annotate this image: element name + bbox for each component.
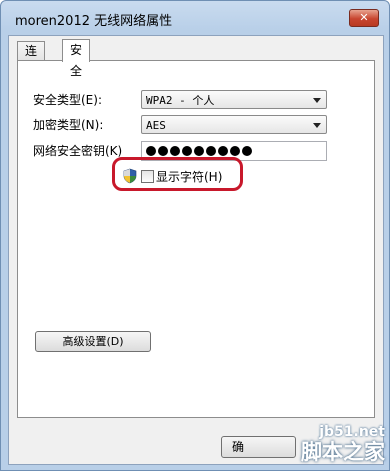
- tab-connection[interactable]: 连接: [17, 41, 46, 77]
- password-dot: [206, 146, 216, 156]
- security-type-label: 安全类型(E):: [33, 93, 102, 107]
- password-mask: [146, 146, 252, 156]
- encryption-type-select[interactable]: AES: [141, 115, 327, 134]
- watermark-text: 脚本之家: [301, 440, 385, 464]
- advanced-settings-button[interactable]: 高级设置(D): [35, 331, 151, 352]
- password-dot: [242, 146, 252, 156]
- dialog-window: moren2012 无线网络属性 ✕ 连接 安全 安全类型(E): WPA2 -…: [0, 0, 390, 471]
- window-title: moren2012 无线网络属性: [15, 14, 173, 29]
- password-dot: [182, 146, 192, 156]
- password-dot: [194, 146, 204, 156]
- network-key-label: 网络安全密钥(K): [33, 144, 123, 158]
- security-panel: 安全类型(E): WPA2 - 个人 加密类型(N): AES 网络安全密钥(K…: [17, 60, 375, 418]
- security-type-select[interactable]: WPA2 - 个人: [141, 90, 327, 109]
- password-dot: [230, 146, 240, 156]
- title-bar[interactable]: moren2012 无线网络属性 ✕: [1, 1, 389, 33]
- password-dot: [218, 146, 228, 156]
- encryption-type-label: 加密类型(N):: [33, 118, 104, 132]
- password-dot: [158, 146, 168, 156]
- tab-security[interactable]: 安全: [62, 39, 91, 78]
- highlight-annotation: [112, 157, 243, 191]
- security-type-value: WPA2 - 个人: [146, 94, 215, 107]
- watermark: jb51.net 脚本之家: [259, 410, 389, 470]
- close-button[interactable]: ✕: [349, 9, 379, 27]
- dialog-body: 连接 安全 安全类型(E): WPA2 - 个人 加密类型(N): AES 网络…: [8, 35, 384, 465]
- password-dot: [146, 146, 156, 156]
- encryption-type-value: AES: [146, 119, 166, 132]
- chevron-down-icon: [313, 123, 321, 128]
- chevron-down-icon: [313, 98, 321, 103]
- password-dot: [170, 146, 180, 156]
